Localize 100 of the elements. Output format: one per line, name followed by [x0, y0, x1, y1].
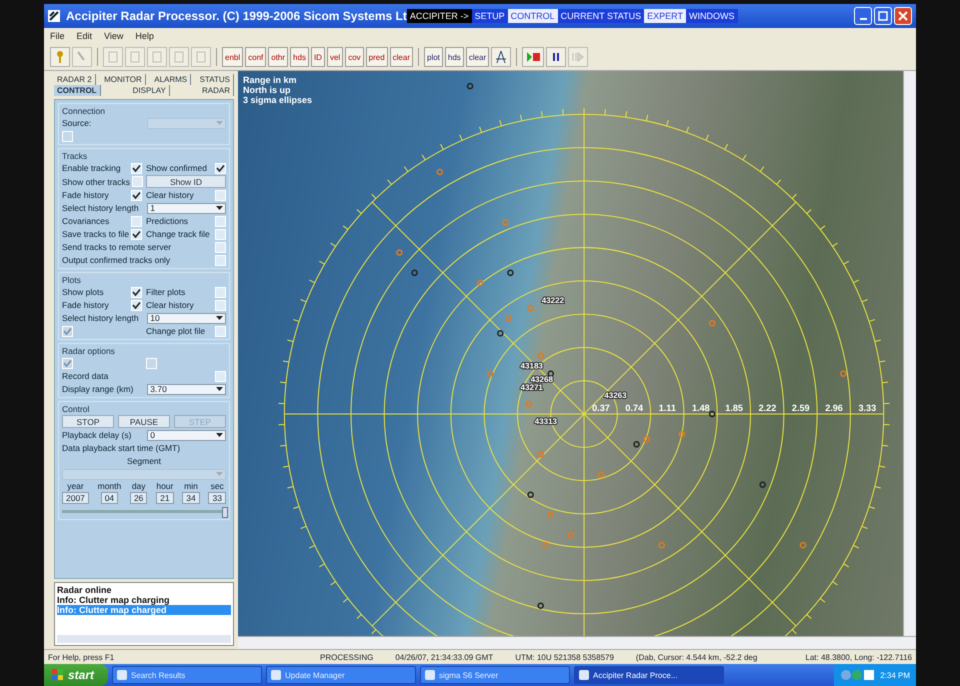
checkbox[interactable] [132, 176, 144, 187]
date-part-field[interactable]: 2007 [62, 492, 89, 504]
dropdown[interactable]: 0 [147, 430, 226, 440]
log-line[interactable]: Radar online [57, 585, 231, 595]
dropdown[interactable]: 1 [147, 202, 226, 214]
play-stop-icon[interactable] [522, 47, 544, 67]
range-label: 1.85 [725, 403, 743, 413]
mode-tab[interactable]: CONTROL [508, 9, 558, 23]
menu-item[interactable]: Edit [76, 31, 92, 41]
toolbar-button[interactable]: conf [245, 47, 266, 67]
toolbar-button[interactable]: othr [268, 47, 288, 67]
close-button[interactable] [894, 7, 912, 25]
map-legend-text: North is up [243, 85, 292, 95]
checkbox-label: Clear history [146, 190, 194, 200]
checkbox[interactable] [215, 242, 226, 252]
toolbar-button[interactable]: clear [390, 47, 413, 67]
start-button[interactable]: start [44, 664, 108, 686]
checkbox[interactable] [215, 286, 226, 298]
caret-icon [216, 386, 223, 392]
document-icon[interactable] [103, 47, 123, 67]
tab[interactable]: DISPLAY [130, 85, 170, 96]
menu-item[interactable]: File [50, 31, 65, 41]
menu-item[interactable]: Help [135, 31, 154, 41]
window-icon [425, 670, 436, 680]
checkbox-label: Fade history [62, 300, 109, 310]
toolbar-button[interactable]: cov [345, 47, 364, 67]
clock: 2:34 PM [880, 670, 910, 680]
field-label: Data playback start time (GMT) [62, 443, 180, 453]
checkbox[interactable] [215, 254, 226, 266]
checkbox-label: Change track file [146, 229, 210, 239]
date-part-field[interactable]: 21 [156, 492, 174, 504]
maximize-button[interactable] [874, 7, 892, 25]
tab[interactable]: RADAR [198, 85, 234, 96]
taskbar-button[interactable]: Accipiter Radar Proce... [574, 666, 724, 684]
checkbox[interactable] [131, 190, 142, 200]
mode-tab[interactable]: SETUP [472, 9, 508, 23]
panel-button[interactable]: STOP [62, 415, 114, 428]
compass-icon[interactable] [491, 47, 512, 67]
checkbox[interactable] [215, 326, 226, 336]
range-label: 2.96 [825, 403, 843, 413]
checkbox[interactable] [215, 228, 226, 240]
checkbox[interactable] [215, 370, 226, 382]
mode-tab[interactable]: EXPERT [644, 9, 686, 23]
toolbar-button[interactable]: hds [290, 47, 309, 67]
date-part-label: hour [156, 481, 174, 491]
menu-item[interactable]: View [104, 31, 124, 41]
checkbox-label: Show plots [62, 287, 104, 297]
minimize-icon [860, 18, 866, 20]
checkbox-label: Change plot file [146, 326, 206, 336]
checkbox[interactable] [131, 228, 142, 240]
checkbox[interactable] [131, 286, 142, 298]
checkbox[interactable] [215, 162, 226, 174]
document-icon[interactable] [191, 47, 211, 67]
status-text: UTM: 10U 521358 5358579 [515, 652, 614, 662]
panel-button[interactable]: PAUSE [118, 415, 170, 428]
checkbox-label: Filter plots [146, 287, 186, 297]
slider-thumb[interactable] [222, 506, 228, 518]
horizontal-scrollbar[interactable] [238, 636, 916, 649]
tab[interactable]: CONTROL [54, 85, 101, 96]
tab[interactable]: ALARMS [151, 74, 192, 85]
checkbox[interactable] [215, 190, 226, 200]
field-label: Select history length [62, 313, 139, 323]
checkbox-label: Output confirmed tracks only [62, 255, 170, 265]
date-part-field[interactable]: 34 [182, 492, 200, 504]
document-icon[interactable] [125, 47, 145, 67]
field-label: Playback delay (s) [62, 430, 132, 440]
log-line[interactable]: Info: Clutter map charging [57, 595, 231, 605]
checkbox[interactable] [215, 216, 226, 226]
dropdown[interactable]: 10 [147, 312, 226, 324]
toolbar-button[interactable]: clear [466, 47, 490, 67]
toolbar-button[interactable]: enbl [222, 47, 244, 67]
date-part-field[interactable]: 04 [100, 492, 118, 504]
toolbar-button[interactable]: hds [444, 47, 464, 67]
toolbar-button[interactable]: vel [326, 47, 344, 67]
checkbox[interactable] [131, 162, 142, 174]
vertical-scrollbar[interactable] [903, 71, 916, 636]
horizontal-scrollbar[interactable] [57, 635, 231, 643]
key-icon[interactable] [50, 47, 70, 67]
mode-tab[interactable]: CURRENT STATUS [558, 9, 644, 23]
status-text: Lat: 48.3800, Long: -122.7116 [805, 652, 912, 662]
document-icon[interactable] [169, 47, 189, 67]
document-icon[interactable] [147, 47, 167, 67]
toolbar-button[interactable]: pred [366, 47, 388, 67]
date-part-field[interactable]: 33 [208, 492, 226, 504]
pause-icon[interactable] [546, 47, 566, 67]
checkbox[interactable] [131, 216, 142, 226]
checkbox[interactable] [131, 300, 142, 310]
toolbar-button[interactable]: ID [310, 47, 325, 67]
date-part-field[interactable]: 26 [130, 492, 148, 504]
minimize-button[interactable] [854, 7, 872, 25]
checkbox[interactable] [215, 300, 226, 310]
window-icon [579, 670, 590, 680]
caret-icon [216, 206, 223, 210]
dropdown[interactable]: 3.70 [147, 384, 226, 394]
range-label: 0.37 [592, 403, 610, 413]
tab[interactable]: STATUS [196, 74, 234, 85]
panel-button[interactable]: Show ID [146, 175, 226, 188]
toolbar-button[interactable]: plot [424, 47, 443, 67]
tab[interactable]: MONITOR [101, 74, 146, 85]
mode-tab[interactable]: WINDOWS [686, 9, 738, 23]
